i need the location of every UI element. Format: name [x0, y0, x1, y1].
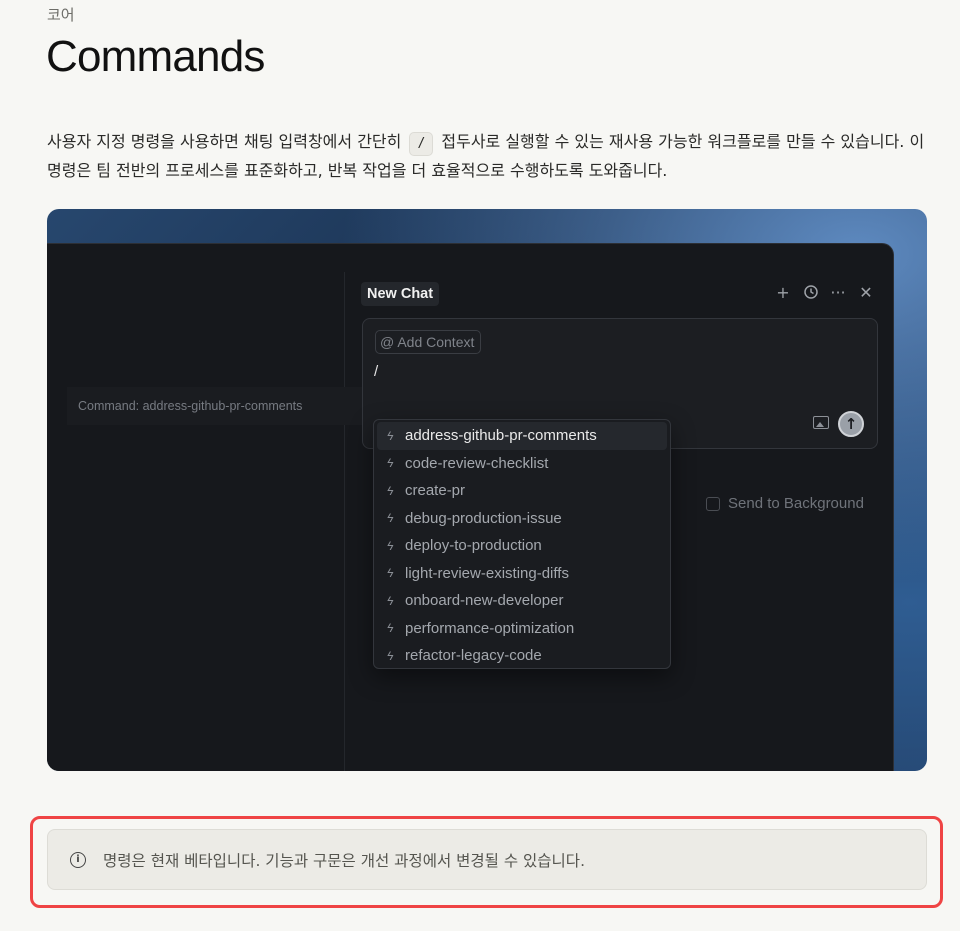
plus-icon[interactable]: +: [774, 284, 792, 302]
history-icon[interactable]: [802, 284, 820, 302]
send-to-background-label: Send to Background: [728, 495, 864, 512]
command-label: deploy-to-production: [405, 537, 542, 555]
bolt-icon: ϟ: [387, 538, 394, 553]
editor-window: Command: address-github-pr-comments New …: [47, 243, 894, 771]
bolt-icon: ϟ: [387, 593, 394, 608]
screenshot-image: Command: address-github-pr-comments New …: [47, 209, 927, 771]
bolt-icon: ϟ: [387, 483, 394, 498]
command-item[interactable]: ϟ create-pr: [377, 477, 667, 505]
command-dropdown: ϟ address-github-pr-comments ϟ code-review…: [373, 419, 671, 669]
close-icon[interactable]: ✕: [857, 284, 875, 302]
highlight-outline: [30, 816, 943, 908]
bolt-icon: ϟ: [387, 648, 394, 663]
command-item[interactable]: ϟ address-github-pr-comments: [377, 422, 667, 450]
inline-code-slash: /: [409, 132, 434, 156]
command-item[interactable]: ϟ performance-optimization: [377, 615, 667, 643]
command-tooltip: Command: address-github-pr-comments: [67, 387, 367, 425]
bolt-icon: ϟ: [387, 456, 394, 471]
command-label: performance-optimization: [405, 619, 575, 637]
command-label: light-review-existing-diffs: [405, 564, 569, 582]
bolt-icon: ϟ: [387, 566, 394, 581]
chat-input[interactable]: /: [374, 363, 378, 380]
bolt-icon: ϟ: [387, 511, 394, 526]
more-icon[interactable]: ···: [829, 284, 847, 302]
bolt-icon: ϟ: [387, 621, 394, 636]
command-item[interactable]: ϟ refactor-legacy-code: [377, 642, 667, 670]
command-item[interactable]: ϟ light-review-existing-diffs: [377, 560, 667, 588]
command-label: code-review-checklist: [405, 454, 549, 472]
send-button[interactable]: ↑: [838, 411, 864, 437]
page-title: Commands: [46, 32, 265, 81]
breadcrumb[interactable]: 코어: [47, 4, 75, 25]
bolt-icon: ϟ: [387, 428, 394, 443]
command-item[interactable]: ϟ deploy-to-production: [377, 532, 667, 560]
command-label: onboard-new-developer: [405, 592, 564, 610]
send-to-background-toggle[interactable]: Send to Background: [706, 495, 864, 512]
add-context-button[interactable]: @ Add Context: [375, 330, 482, 354]
command-item[interactable]: ϟ onboard-new-developer: [377, 587, 667, 615]
sidebar-divider: [344, 272, 345, 771]
intro-text-before: 사용자 지정 명령을 사용하면 채팅 입력창에서 간단히: [47, 132, 402, 151]
command-label: debug-production-issue: [405, 509, 562, 527]
checkbox[interactable]: [706, 496, 720, 511]
command-label: address-github-pr-comments: [405, 427, 597, 445]
command-item[interactable]: ϟ debug-production-issue: [377, 505, 667, 533]
command-label: create-pr: [405, 482, 466, 500]
intro-paragraph: 사용자 지정 명령을 사용하면 채팅 입력창에서 간단히 / 접두사로 실행할 …: [47, 127, 932, 185]
image-icon[interactable]: [813, 416, 829, 429]
tab-new-chat[interactable]: New Chat: [361, 282, 440, 306]
command-item[interactable]: ϟ code-review-checklist: [377, 450, 667, 478]
command-label: refactor-legacy-code: [405, 647, 542, 665]
